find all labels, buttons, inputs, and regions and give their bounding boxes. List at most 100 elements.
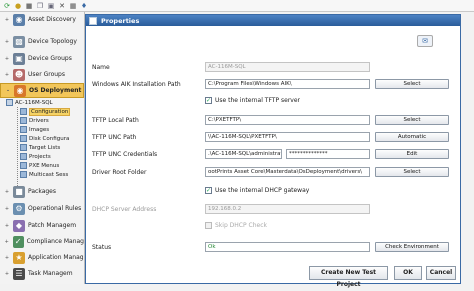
expand-icon[interactable]: +: [4, 72, 10, 78]
tftp-unc-automatic-button[interactable]: Automatic: [375, 132, 449, 142]
sidebar-item-label: Patch Managem: [28, 222, 77, 229]
expand-icon[interactable]: +: [4, 56, 10, 62]
tree-item-label: Configuration: [29, 107, 71, 116]
sidebar-item-label: OS Deployment: [29, 87, 82, 94]
driver-root-field[interactable]: ootPrints Asset Core\Masterdata\OsDeploy…: [205, 167, 370, 177]
rules-icon: ⚙: [13, 202, 25, 215]
sidebar-item-user-groups[interactable]: + ☻ User Groups: [0, 67, 84, 82]
properties-dialog: Properties ✉ Name AC-116M-SQL Windows AI…: [85, 14, 461, 288]
expand-icon[interactable]: +: [4, 189, 10, 195]
tree-root-label: AC-116M-SQL: [15, 99, 53, 106]
tftp-local-select-button[interactable]: Select: [375, 115, 449, 125]
grid-icon[interactable]: ▦: [69, 2, 77, 10]
sidebar-item-patch-management[interactable]: + ◆ Patch Managem: [0, 218, 84, 233]
collapse-icon[interactable]: –: [5, 88, 11, 94]
images-icon: [20, 126, 27, 133]
expand-icon[interactable]: +: [4, 223, 10, 229]
tree-item-pxe-menus[interactable]: PXE Menus: [20, 161, 59, 170]
application-icon: ★: [13, 251, 25, 264]
sidebar-item-label: Packages: [28, 188, 56, 195]
tree-item-target-lists[interactable]: Target Lists: [20, 143, 60, 152]
sidebar-item-operational-rules[interactable]: + ⚙ Operational Rules: [0, 201, 84, 216]
tftp-local-label: TFTP Local Path: [92, 117, 139, 124]
refresh-icon[interactable]: ⟳: [3, 2, 11, 10]
sidebar-item-compliance-management[interactable]: + ✓ Compliance Manag: [0, 234, 84, 249]
pxe-menu-icon: [20, 162, 27, 169]
tftp-credentials-user-field[interactable]: .\AC-116M-SQL\administrator: [205, 149, 282, 159]
checkbox-checked-icon[interactable]: ✓: [205, 97, 212, 104]
copy-icon[interactable]: ❐: [36, 2, 44, 10]
expand-icon[interactable]: +: [4, 17, 10, 23]
disk-icon: [20, 135, 27, 142]
expand-icon[interactable]: +: [4, 271, 10, 277]
ok-button[interactable]: OK: [394, 266, 422, 280]
user-icon[interactable]: ●: [14, 2, 22, 10]
task-icon: ☰: [13, 267, 25, 280]
lock-icon[interactable]: ■: [25, 2, 33, 10]
projects-icon: [20, 153, 27, 160]
checkbox-unchecked-icon[interactable]: [205, 222, 212, 229]
dialog-titlebar[interactable]: Properties: [86, 15, 460, 26]
tftp-credentials-password-field[interactable]: **************: [286, 149, 370, 159]
tree-root-node[interactable]: AC-116M-SQL: [6, 98, 53, 107]
skip-dhcp-checkbox[interactable]: Skip DHCP Check: [205, 222, 267, 229]
tftp-unc-label: TFTP UNC Path: [92, 134, 137, 141]
binoculars-icon: ◉: [13, 13, 25, 26]
tftp-credentials-edit-button[interactable]: Edit: [375, 149, 449, 159]
sidebar-item-label: Task Managem: [28, 270, 73, 277]
skip-dhcp-label: Skip DHCP Check: [215, 222, 267, 229]
paste-icon[interactable]: ▣: [47, 2, 55, 10]
sidebar-item-asset-discovery[interactable]: + ◉ Asset Discovery: [0, 12, 84, 27]
computers-icon: ▣: [13, 52, 25, 65]
tftp-unc-field[interactable]: \\AC-116M-SQL\PXETFTP\: [205, 132, 370, 142]
tree-item-label: Multicast Sess: [29, 171, 69, 178]
driver-root-select-button[interactable]: Select: [375, 167, 449, 177]
dhcp-address-label: DHCP Server Address: [92, 206, 157, 213]
expand-icon[interactable]: +: [4, 39, 10, 45]
configuration-icon: [20, 108, 27, 115]
expand-icon[interactable]: +: [4, 206, 10, 212]
tree-item-label: PXE Menus: [29, 162, 60, 169]
status-label: Status: [92, 244, 112, 251]
sidebar-item-task-management[interactable]: + ☰ Task Managem: [0, 266, 84, 281]
waik-path-field[interactable]: C:\Program Files\Windows AIK\: [205, 79, 370, 89]
sidebar-item-device-groups[interactable]: + ▣ Device Groups: [0, 51, 84, 66]
topology-icon: ▩: [13, 35, 25, 48]
use-dhcp-checkbox[interactable]: ✓ Use the internal DHCP gateway: [205, 187, 309, 194]
sidebar-item-device-topology[interactable]: + ▩ Device Topology: [0, 34, 84, 49]
expand-icon[interactable]: +: [4, 255, 10, 261]
check-environment-button[interactable]: Check Environment: [375, 242, 449, 252]
sidebar-item-label: User Groups: [28, 71, 65, 78]
sidebar-item-label: Asset Discovery: [28, 16, 76, 23]
name-field[interactable]: AC-116M-SQL: [205, 62, 370, 72]
tree-item-configuration[interactable]: Configuration: [20, 107, 71, 116]
tftp-local-field[interactable]: C:\PXETFTP\: [205, 115, 370, 125]
create-test-project-button[interactable]: Create New Test Project: [309, 266, 388, 288]
delete-icon[interactable]: ✕: [58, 2, 66, 10]
tree-item-images[interactable]: Images: [20, 125, 49, 134]
sidebar-item-application-management[interactable]: + ★ Application Manag: [0, 250, 84, 265]
sidebar-item-packages[interactable]: + ■ Packages: [0, 184, 84, 199]
sidebar-item-label: Application Manag: [28, 254, 84, 261]
target-list-icon: [20, 144, 27, 151]
tree-item-drivers[interactable]: Drivers: [20, 116, 49, 125]
tree-item-projects[interactable]: Projects: [20, 152, 51, 161]
tree-item-multicast-sessions[interactable]: Multicast Sess: [20, 170, 68, 179]
sidebar-item-os-deployment[interactable]: – ◉ OS Deployment: [0, 83, 84, 98]
waik-path-label: Windows AIK Installation Path: [92, 81, 181, 88]
tftp-credentials-label: TFTP UNC Credentials: [92, 151, 158, 158]
cancel-button[interactable]: Cancel: [426, 266, 456, 280]
waik-select-button[interactable]: Select: [375, 79, 449, 89]
tree-item-disk-configurations[interactable]: Disk Configura: [20, 134, 69, 143]
driver-root-label: Driver Root Folder: [92, 169, 147, 176]
help-icon[interactable]: ✉: [417, 35, 433, 47]
expand-icon[interactable]: +: [4, 239, 10, 245]
use-tftp-label: Use the internal TFTP server: [215, 97, 300, 104]
drivers-icon: [20, 117, 27, 124]
dialog-title: Properties: [101, 16, 140, 25]
checkbox-checked-icon[interactable]: ✓: [205, 187, 212, 194]
tree-item-label: Images: [29, 126, 50, 133]
dhcp-address-field[interactable]: 192.168.0.2: [205, 204, 370, 214]
share-icon[interactable]: ♦: [80, 2, 88, 10]
use-tftp-checkbox[interactable]: ✓ Use the internal TFTP server: [205, 97, 300, 104]
